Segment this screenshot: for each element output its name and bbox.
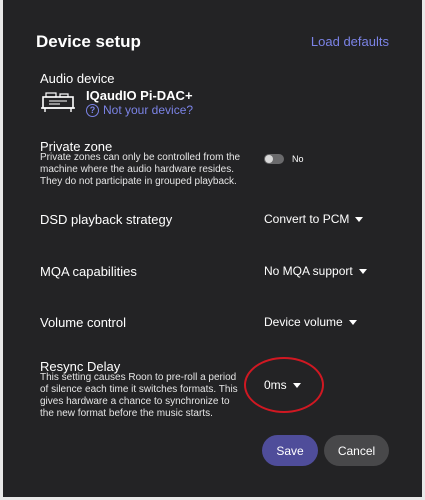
window-frame-left [0,0,3,500]
private-zone-description: Private zones can only be controlled fro… [40,152,241,187]
caret-down-icon [348,319,357,325]
toggle-value: No [292,154,304,164]
cancel-button[interactable]: Cancel [324,435,389,466]
help-icon: ? [86,103,99,117]
device-name: IQaudIO Pi-DAC+ [86,88,193,103]
dialog-title: Device setup [36,32,141,51]
dsd-strategy-value: Convert to PCM [264,212,350,226]
private-zone-toggle[interactable]: No [264,154,304,164]
toggle-switch[interactable] [264,154,284,164]
volume-control-value: Device volume [264,315,343,329]
not-your-device-link[interactable]: ? Not your device? [86,103,193,117]
dac-board-icon [41,92,75,112]
audio-device-label: Audio device [40,71,115,86]
save-button[interactable]: Save [262,435,318,466]
not-your-device-text: Not your device? [103,103,194,117]
dsd-strategy-label: DSD playback strategy [40,212,173,227]
mqa-capabilities-value: No MQA support [264,264,353,278]
annotation-circle [244,357,324,413]
load-defaults-link[interactable]: Load defaults [311,34,389,49]
caret-down-icon [355,216,364,222]
toggle-knob [265,155,273,163]
resync-delay-description: This setting causes Roon to pre-roll a p… [40,372,238,419]
caret-down-icon [358,268,367,274]
mqa-capabilities-dropdown[interactable]: No MQA support [264,264,367,278]
dsd-strategy-dropdown[interactable]: Convert to PCM [264,212,364,226]
volume-control-dropdown[interactable]: Device volume [264,315,357,329]
mqa-capabilities-label: MQA capabilities [40,264,137,279]
volume-control-label: Volume control [40,315,126,330]
